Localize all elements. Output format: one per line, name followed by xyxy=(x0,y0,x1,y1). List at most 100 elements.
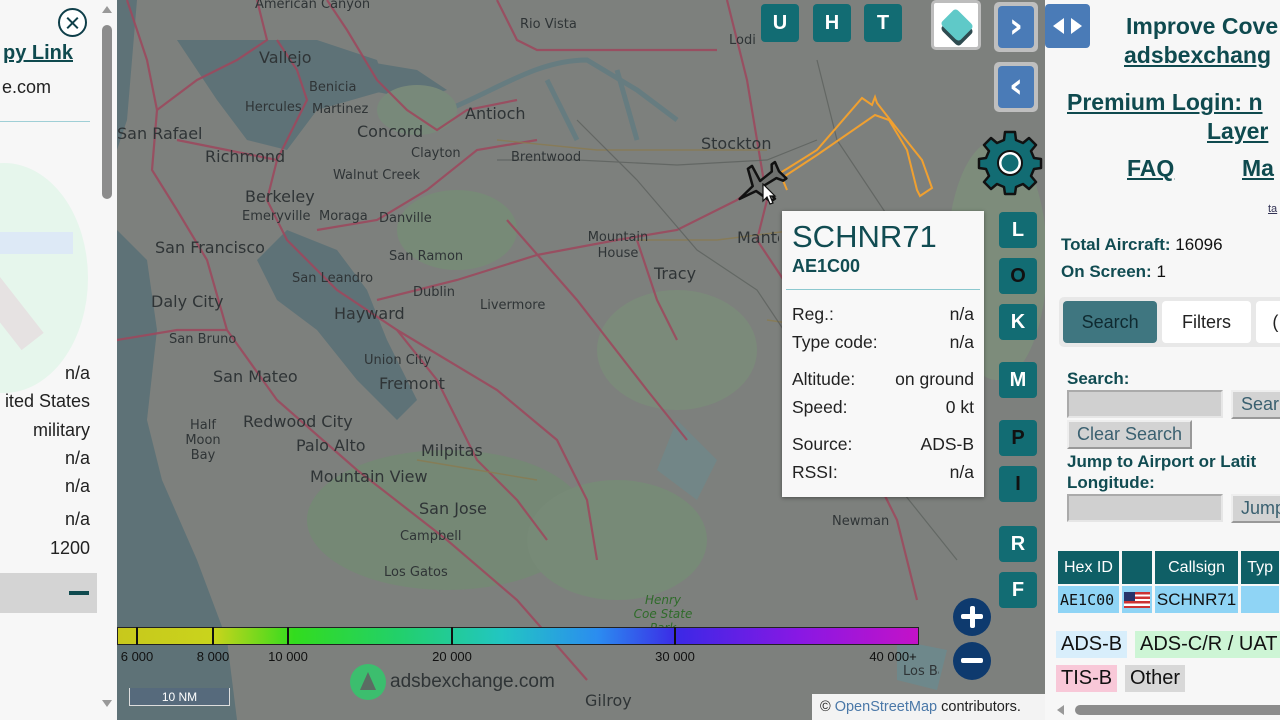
on-screen-label: On Screen: xyxy=(1061,262,1152,281)
map-label-city: Los Gatos xyxy=(384,565,448,580)
column-header-type[interactable]: Typ xyxy=(1241,551,1280,584)
map-label-city: Walnut Creek xyxy=(333,168,420,183)
cell-hex: AE1C00 xyxy=(1058,586,1119,613)
toggle-sidebar-button[interactable] xyxy=(1045,4,1090,48)
sidebar-horizontal-scrollbar[interactable] xyxy=(1045,700,1280,720)
legend-ads-b: ADS-B xyxy=(1056,631,1128,658)
mouse-cursor-icon xyxy=(762,183,777,205)
popup-value: on ground xyxy=(895,369,974,389)
info-value: n/a xyxy=(64,447,90,468)
map-button-u[interactable]: U xyxy=(761,4,799,42)
altitude-label: 30 000 xyxy=(655,649,695,664)
map-label-city: Livermore xyxy=(480,298,546,313)
on-screen-value: 1 xyxy=(1156,262,1166,281)
column-header-flag[interactable] xyxy=(1121,551,1152,584)
altitude-label: 6 000 xyxy=(120,649,154,664)
map-label-city: San Leandro xyxy=(292,271,374,286)
map-button-k[interactable]: K xyxy=(999,304,1037,340)
popup-row-source: Source: ADS-B xyxy=(792,430,974,458)
collapse-section-button[interactable] xyxy=(0,573,97,613)
zoom-in-button[interactable] xyxy=(953,598,991,636)
aircraft-popup[interactable]: SCHNR71 AE1C00 Reg.: n/a Type code: n/a Al… xyxy=(782,211,984,497)
map-button-l[interactable]: L xyxy=(999,212,1037,248)
aircraft-icon[interactable] xyxy=(731,158,791,210)
map-label-city: Gilroy xyxy=(585,691,632,710)
map-label-city: Newman xyxy=(832,514,890,529)
map-label-city: Berkeley xyxy=(245,187,315,206)
layers-icon-top xyxy=(939,7,975,43)
popup-value: n/a xyxy=(949,304,974,324)
scroll-left-icon[interactable] xyxy=(1057,705,1064,715)
scroll-up-icon[interactable] xyxy=(102,6,112,13)
copyright-symbol: © xyxy=(820,699,831,715)
premium-login-link-line2[interactable]: Layer xyxy=(1207,118,1268,145)
column-header-hex[interactable]: Hex ID xyxy=(1058,551,1119,584)
map-button-i[interactable]: I xyxy=(999,466,1037,502)
map-label-city: Danville xyxy=(379,211,432,226)
map-button-p[interactable]: P xyxy=(999,420,1037,456)
next-button[interactable]: › xyxy=(994,2,1038,52)
map-button-m[interactable]: M xyxy=(999,362,1037,398)
faq-link[interactable]: FAQ xyxy=(1127,155,1174,182)
layers-button[interactable] xyxy=(931,0,981,50)
altitude-label: 20 000 xyxy=(432,649,472,664)
sidebar: Improve Cove adsbexchang Premium Login: … xyxy=(1045,0,1280,720)
divider xyxy=(0,121,90,122)
small-link[interactable]: ta xyxy=(1268,203,1277,215)
cell-callsign: SCHNR71 xyxy=(1154,586,1239,613)
column-header-callsign[interactable]: Callsign xyxy=(1154,551,1239,584)
tab-filters[interactable]: Filters xyxy=(1162,301,1251,343)
scroll-thumb[interactable] xyxy=(102,25,112,199)
map-label-city: Milpitas xyxy=(421,441,483,460)
map-label-city: American Canyon xyxy=(255,0,371,12)
share-domain: e.com xyxy=(1,77,51,97)
chevron-right-icon: › xyxy=(998,6,1034,48)
close-icon[interactable] xyxy=(58,8,87,37)
previous-button[interactable]: ‹ xyxy=(994,62,1038,112)
scroll-thumb[interactable] xyxy=(1075,705,1280,715)
map-view[interactable]: American Canyon Vallejo Benicia Hercules… xyxy=(117,0,1045,720)
map-button-h[interactable]: H xyxy=(813,4,851,42)
map-button-f[interactable]: F xyxy=(999,572,1037,608)
jump-input[interactable] xyxy=(1067,494,1223,522)
search-input[interactable] xyxy=(1067,390,1223,418)
altitude-label: 40 000+ xyxy=(869,649,917,664)
popup-hex-id: AE1C00 xyxy=(792,256,861,276)
scroll-down-icon[interactable] xyxy=(102,700,112,707)
copy-link[interactable]: py Link xyxy=(3,42,73,65)
search-button[interactable]: Sear xyxy=(1231,390,1280,419)
premium-login-link[interactable]: Premium Login: n xyxy=(1067,89,1263,116)
jump-button[interactable]: Jump xyxy=(1231,494,1280,523)
map-label-city: Los Banos xyxy=(903,664,939,679)
map-button-r[interactable]: R xyxy=(999,526,1037,562)
map-label-city: Manteca xyxy=(737,228,779,247)
map-label-city: Mountain House xyxy=(587,230,649,261)
popup-row-type: Type code: n/a xyxy=(792,328,974,356)
map-label-city: Moraga xyxy=(319,209,368,224)
legend-other: Other xyxy=(1125,665,1186,692)
map-link[interactable]: Ma xyxy=(1242,155,1274,182)
map-label-city: Rio Vista xyxy=(520,17,577,32)
zoom-out-button[interactable] xyxy=(953,642,991,680)
map-label-city: Vallejo xyxy=(259,48,312,67)
panel-scrollbar[interactable] xyxy=(98,0,116,720)
table-row[interactable]: AE1C00 SCHNR71 xyxy=(1058,586,1280,613)
info-value-category: military xyxy=(33,419,90,440)
map-button-t[interactable]: T xyxy=(864,4,902,42)
clear-search-button[interactable]: Clear Search xyxy=(1067,420,1193,449)
tab-other[interactable]: ( xyxy=(1255,301,1280,343)
adsbexchange-link[interactable]: adsbexchang xyxy=(1124,42,1271,69)
popup-row-speed: Speed: 0 kt xyxy=(792,393,974,421)
map-label-city: Martinez xyxy=(312,102,369,117)
map-button-o[interactable]: O xyxy=(999,258,1037,294)
watermark: adsbexchange.com xyxy=(350,664,555,700)
jump-label-line2: Longitude: xyxy=(1067,473,1155,492)
map-label-city: Benicia xyxy=(309,80,357,95)
settings-gear-icon[interactable] xyxy=(975,128,1045,198)
cell-flag xyxy=(1121,586,1152,613)
divider xyxy=(786,289,980,290)
tab-search[interactable]: Search xyxy=(1063,301,1158,343)
info-values: n/a ited States military n/a n/a n/a 120… xyxy=(5,362,90,565)
openstreetmap-link[interactable]: OpenStreetMap xyxy=(835,699,937,715)
map-label-city: Redwood City xyxy=(243,412,353,431)
